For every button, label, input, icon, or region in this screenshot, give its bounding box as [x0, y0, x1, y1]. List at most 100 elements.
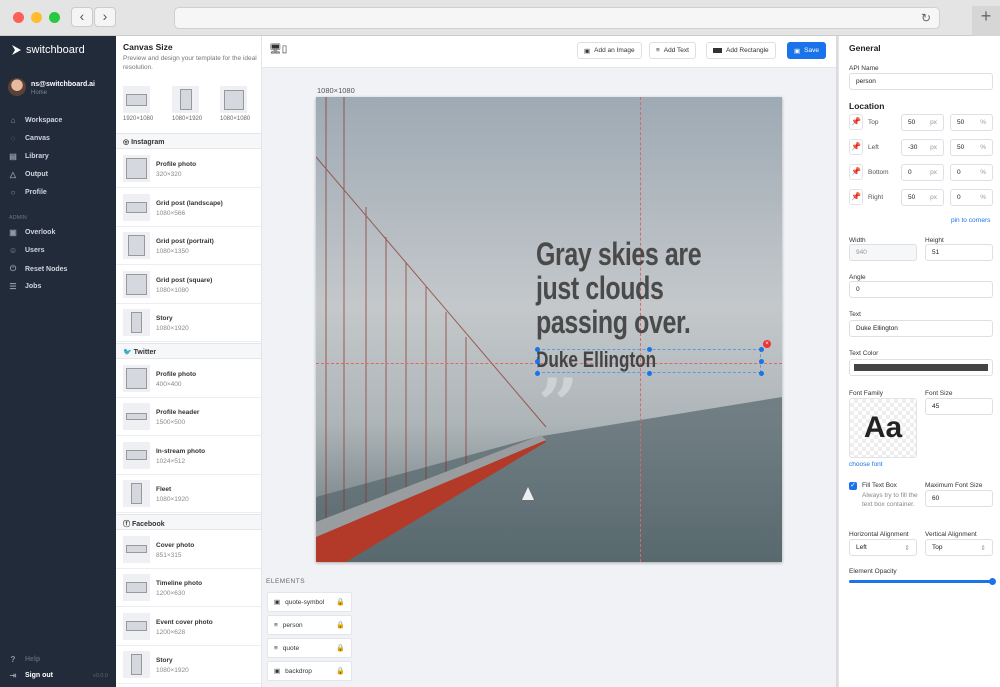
font-size-input[interactable]: 45	[925, 398, 993, 415]
sidebar-item-workspace[interactable]: ⌂ Workspace	[9, 116, 63, 125]
resize-handle[interactable]	[647, 371, 652, 376]
max-font-size-input[interactable]: 60	[925, 490, 993, 507]
api-name-input[interactable]: person	[849, 73, 993, 90]
back-button[interactable]: ‹	[71, 7, 93, 27]
opacity-slider-handle[interactable]	[989, 578, 996, 585]
preset-1080x1920[interactable]: 1080×1920	[172, 86, 202, 122]
pin-toggle-left[interactable]: 📌	[849, 139, 863, 155]
new-tab-button[interactable]: +	[972, 6, 1000, 36]
unlock-icon[interactable]: 🔒	[336, 644, 345, 652]
resize-handle[interactable]	[759, 347, 764, 352]
preset-title: Fleet	[156, 486, 172, 493]
resize-handle[interactable]	[535, 359, 540, 364]
preset-title: Profile photo	[156, 370, 197, 378]
size-preset-item[interactable]: Profile photo 320×320	[116, 150, 261, 188]
forward-button[interactable]: ›	[94, 7, 116, 27]
unlock-icon[interactable]: 🔒	[336, 621, 345, 629]
left-px-input[interactable]: -30 px	[901, 139, 944, 156]
element-item-quote[interactable]: ≡ quote 🔒	[267, 638, 352, 658]
sidebar-item-output[interactable]: △ Output	[9, 170, 48, 179]
pin-toggle-right[interactable]: 📌	[849, 189, 863, 205]
angle-input[interactable]: 0	[849, 281, 993, 298]
size-preset-item[interactable]: Fleet 1080×1920	[116, 475, 261, 513]
add-rectangle-button[interactable]: Add Rectangle	[706, 42, 776, 59]
add-text-button[interactable]: ≡ Add Text	[649, 42, 696, 59]
maximize-window-button[interactable]	[49, 12, 60, 23]
preset-1080x1080[interactable]: 1080×1080	[220, 86, 250, 122]
text-icon: ≡	[274, 621, 278, 629]
quote-symbol[interactable]: ”	[538, 363, 578, 446]
brand-logo[interactable]: switchboard	[11, 44, 85, 56]
preset-title: Story	[156, 315, 173, 322]
text-input[interactable]: Duke Ellington	[849, 320, 993, 337]
quote-text[interactable]: Gray skies are just clouds passing over.	[536, 237, 731, 339]
size-preset-item[interactable]: Profile photo 400×400	[116, 360, 261, 398]
delete-element-icon[interactable]: ×	[763, 340, 771, 348]
minimize-window-button[interactable]	[31, 12, 42, 23]
preset-title: Profile photo	[156, 161, 197, 168]
unlock-icon[interactable]: 🔒	[336, 598, 345, 606]
bottom-percent-input[interactable]: 0%	[950, 164, 993, 181]
lock-icon[interactable]: 🔒	[336, 667, 345, 675]
close-window-button[interactable]	[13, 12, 24, 23]
fill-text-box-checkbox[interactable]: ✓	[849, 482, 857, 490]
size-preset-item[interactable]: Grid post (portrait) 1080×1350	[116, 227, 261, 265]
right-px-input[interactable]: 50 px	[901, 189, 944, 206]
help-link[interactable]: ? Help	[9, 655, 41, 664]
sidebar-item-reset-nodes[interactable]: ⏻ Reset Nodes	[9, 264, 68, 274]
reload-icon[interactable]: ↻	[921, 11, 931, 25]
pin-toggle-bottom[interactable]: 📌	[849, 164, 863, 180]
preset-thumbnail	[123, 403, 150, 430]
opacity-slider[interactable]	[849, 578, 996, 585]
size-preset-item[interactable]: Timeline photo 1200×630	[116, 569, 261, 607]
vertical-alignment-select[interactable]: Top ⇕	[925, 539, 993, 556]
instagram-icon: ◎	[123, 139, 130, 146]
top-percent-input[interactable]: 50%	[950, 114, 993, 131]
resize-handle[interactable]	[647, 347, 652, 352]
sidebar-item-canvas[interactable]: ◌ Canvas	[9, 134, 50, 143]
size-preset-item[interactable]: In-stream photo 1024×512	[116, 437, 261, 475]
add-image-button[interactable]: ▣ Add an Image	[577, 42, 642, 59]
element-item-quote-symbol[interactable]: ▣ quote-symbol 🔒	[267, 592, 352, 612]
sidebar-item-library[interactable]: ▤ Library	[9, 152, 49, 161]
pin-toggle-top[interactable]: 📌	[849, 114, 863, 130]
save-button[interactable]: ▣ Save	[787, 42, 826, 59]
element-item-backdrop[interactable]: ▣ backdrop 🔒	[267, 661, 352, 681]
choose-font-link[interactable]: choose font	[849, 461, 883, 468]
bottom-px-input[interactable]: 0 px	[901, 164, 944, 181]
location-label: Top	[868, 119, 879, 126]
top-px-input[interactable]: 50 px	[901, 114, 944, 131]
size-preset-item[interactable]: Cover photo 851×315	[116, 531, 261, 569]
sidebar-item-overlook[interactable]: ▣ Overlook	[9, 228, 55, 237]
size-preset-item[interactable]: Story 1080×1920	[116, 646, 261, 684]
text-color-picker[interactable]	[849, 359, 993, 376]
pin-to-corners-link[interactable]: pin to corners	[951, 217, 990, 224]
sidebar-item-profile[interactable]: ○ Profile	[9, 188, 47, 197]
element-item-person[interactable]: ≡ person 🔒	[267, 615, 352, 635]
sidebar-item-label: Profile	[25, 189, 47, 196]
left-percent-input[interactable]: 50%	[950, 139, 993, 156]
height-input[interactable]: 51	[925, 244, 993, 261]
size-preset-item[interactable]: Profile header 1500×500	[116, 398, 261, 436]
sign-out-button[interactable]: ⇥ Sign out	[9, 671, 53, 680]
horizontal-alignment-select[interactable]: Left ⇕	[849, 539, 917, 556]
sidebar-item-users[interactable]: ☺ Users	[9, 246, 44, 255]
selection-box[interactable]	[537, 349, 761, 373]
resize-handle[interactable]	[759, 371, 764, 376]
font-preview[interactable]: Aa	[849, 398, 917, 458]
address-bar[interactable]: ↻	[174, 7, 940, 29]
size-preset-item[interactable]: Grid post (landscape) 1080×566	[116, 189, 261, 227]
section-facebook: ⓕ Facebook	[116, 513, 261, 530]
preset-1920x1080[interactable]: 1920×1080	[123, 86, 153, 122]
sidebar-item-jobs[interactable]: ☰ Jobs	[9, 282, 41, 291]
resize-handle[interactable]	[535, 371, 540, 376]
size-preset-item[interactable]: Grid post (square) 1080×1080	[116, 266, 261, 304]
avatar[interactable]	[8, 78, 26, 96]
right-percent-input[interactable]: 0%	[950, 189, 993, 206]
resize-handle[interactable]	[759, 359, 764, 364]
device-preview-icon[interactable]: 🖥▯	[269, 44, 287, 55]
size-preset-item[interactable]: Event cover photo 1200×628	[116, 608, 261, 646]
resize-handle[interactable]	[535, 347, 540, 352]
design-canvas[interactable]: Gray skies are just clouds passing over.…	[316, 97, 782, 562]
size-preset-item[interactable]: Story 1080×1920	[116, 304, 261, 342]
